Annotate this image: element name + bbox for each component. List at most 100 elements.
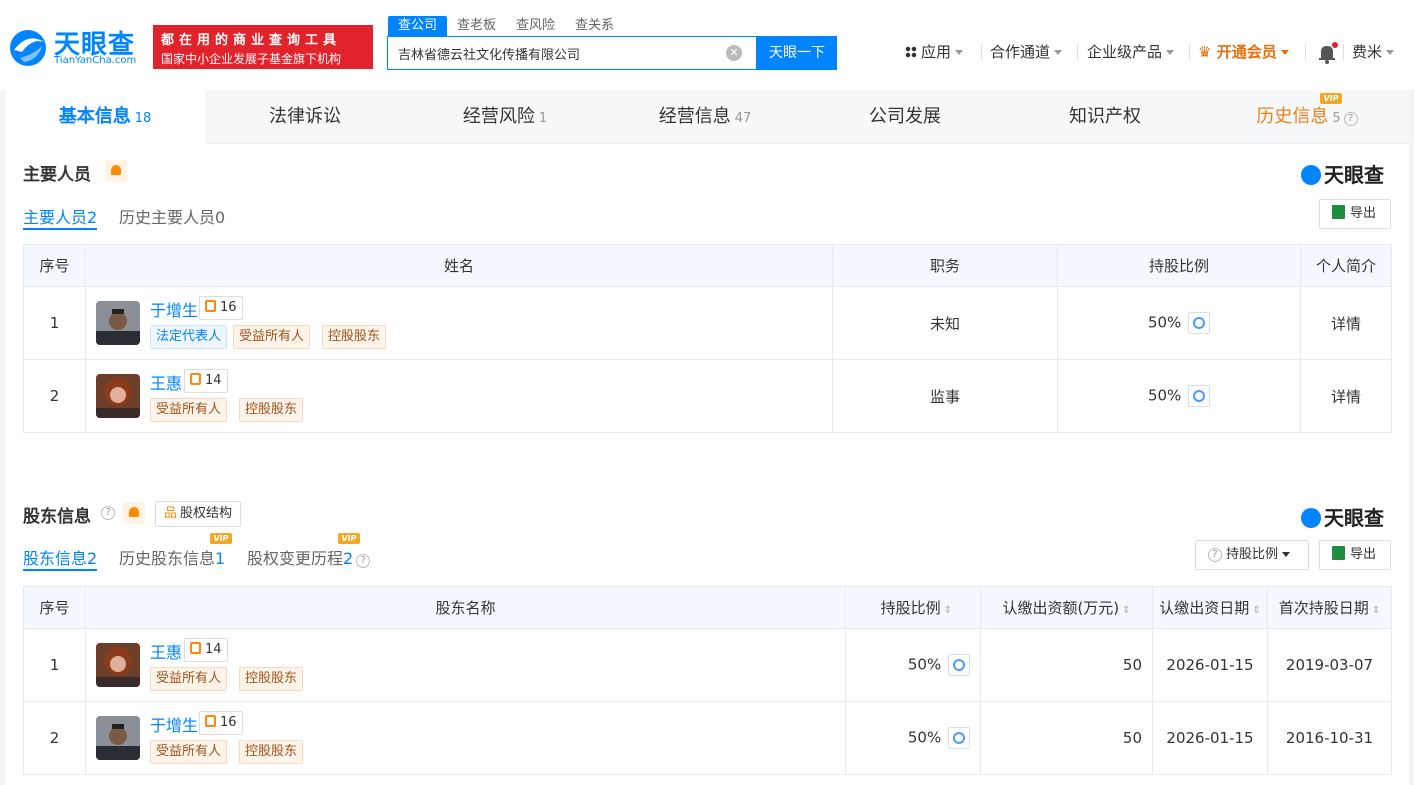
export-button[interactable]: 导出 xyxy=(1319,540,1391,570)
tab-label: 基本信息 xyxy=(58,106,131,127)
col-header: 个人简介 xyxy=(1300,244,1392,287)
col-header: 姓名 xyxy=(85,244,833,287)
ratio-filter-dropdown[interactable]: ? 持股比例 xyxy=(1195,540,1309,570)
pie-chart-icon[interactable] xyxy=(1188,312,1211,334)
search-button[interactable]: 天眼一下 xyxy=(757,36,837,70)
tab-development[interactable]: 公司发展 xyxy=(805,90,1005,144)
pie-chart-icon[interactable] xyxy=(1188,385,1211,407)
subscribe-date-cell: 2026-01-15 xyxy=(1152,628,1268,702)
tag-controlling-shareholder[interactable]: 控股股东 xyxy=(239,667,304,691)
nav-divider xyxy=(1077,44,1078,60)
row-number: 2 xyxy=(23,359,86,433)
tab-operation-risk[interactable]: 经营风险 1 xyxy=(405,90,605,144)
relation-count-button[interactable]: 14 xyxy=(184,369,228,393)
nav-user[interactable]: 费米 xyxy=(1352,40,1395,64)
avatar[interactable] xyxy=(96,374,140,418)
clear-icon[interactable]: ✕ xyxy=(726,45,742,61)
subtab-shareholders[interactable]: 股东信息2 xyxy=(23,545,97,569)
nav-vip[interactable]: ♛ 开通会员 xyxy=(1198,40,1289,64)
shareholder-name-link[interactable]: 王惠 xyxy=(150,639,182,663)
tab-label: 法律诉讼 xyxy=(269,106,341,127)
tag-beneficiary[interactable]: 受益所有人 xyxy=(150,740,228,764)
relation-icon xyxy=(205,300,216,312)
detail-link[interactable]: 详情 xyxy=(1300,359,1392,433)
search-input[interactable] xyxy=(388,37,708,69)
relation-count: 16 xyxy=(220,715,237,730)
search-tab-boss[interactable]: 查老板 xyxy=(447,16,506,36)
tab-count: 47 xyxy=(734,111,752,126)
slogan-banner: 都在用的商业查询工具 国家中小企业发展子基金旗下机构 xyxy=(153,25,373,69)
tianyancha-logo-icon[interactable] xyxy=(6,28,50,68)
shareholder-cell: 于增生 16 受益所有人 控股股东 xyxy=(85,701,846,775)
equity-structure-button[interactable]: 品股权结构 xyxy=(155,501,242,527)
col-header: 持股比例 xyxy=(880,599,941,617)
tab-legal[interactable]: 法律诉讼 xyxy=(205,90,405,144)
relation-icon xyxy=(190,642,201,654)
relation-icon xyxy=(190,373,201,385)
person-name-link[interactable]: 王惠 xyxy=(150,370,182,394)
tag-beneficiary[interactable]: 受益所有人 xyxy=(150,667,228,691)
detail-link[interactable]: 详情 xyxy=(1300,286,1392,360)
tag-controlling-shareholder[interactable]: 控股股东 xyxy=(239,398,304,422)
search-tab-risk[interactable]: 查风险 xyxy=(506,16,565,36)
help-icon[interactable]: ? xyxy=(101,506,115,520)
share-value: 50% xyxy=(1147,386,1182,405)
pie-chart-icon[interactable] xyxy=(948,727,970,749)
help-icon[interactable]: ? xyxy=(1343,112,1358,126)
search-tab-relation[interactable]: 查关系 xyxy=(565,16,624,36)
equity-structure-label: 股权结构 xyxy=(180,506,233,521)
col-header-sortable[interactable]: 首次持股日期 ⇕ xyxy=(1267,586,1392,629)
tab-operation-info[interactable]: 经营信息 47 xyxy=(605,90,805,144)
col-header-sortable[interactable]: 认缴出资日期 ⇕ xyxy=(1152,586,1268,629)
nav-enterprise[interactable]: 企业级产品 xyxy=(1087,40,1175,64)
export-button[interactable]: 导出 xyxy=(1319,199,1391,229)
avatar[interactable] xyxy=(96,643,140,687)
tab-history[interactable]: 历史信息 5? xyxy=(1205,90,1409,144)
subtab-equity-changes[interactable]: 股权变更历程2? xyxy=(247,545,371,569)
subtab-personnel[interactable]: 主要人员2 xyxy=(23,204,97,228)
pie-chart-icon[interactable] xyxy=(948,654,970,676)
col-header-sortable[interactable]: 持股比例 ⇕ xyxy=(845,586,981,629)
avatar[interactable] xyxy=(96,301,140,345)
nav-divider xyxy=(1305,44,1306,60)
top-bar: 天眼查 TianYanCha.com 都在用的商业查询工具 国家中小企业发展子基… xyxy=(0,0,1414,90)
nav-user-label: 费米 xyxy=(1352,43,1383,61)
avatar[interactable] xyxy=(96,716,140,760)
nav-apps[interactable]: 应用 xyxy=(905,40,964,64)
nav-partner[interactable]: 合作通道 xyxy=(990,40,1063,64)
shareholder-name-link[interactable]: 于增生 xyxy=(150,712,198,736)
bell-icon[interactable] xyxy=(1316,42,1338,64)
bell-icon[interactable] xyxy=(123,502,145,524)
search-tab-company[interactable]: 查公司 xyxy=(388,16,448,36)
table-header-row: 序号 姓名 职务 持股比例 个人简介 xyxy=(23,244,1392,287)
share-cell: 50% xyxy=(845,628,981,702)
share-cell: 50% xyxy=(1057,359,1301,433)
subtab-label: 股东信息 xyxy=(23,549,88,568)
subtab-count: 0 xyxy=(215,208,226,227)
tag-beneficiary[interactable]: 受益所有人 xyxy=(233,325,311,349)
tag-controlling-shareholder[interactable]: 控股股东 xyxy=(239,740,304,764)
structure-icon: 品 xyxy=(164,506,178,521)
help-icon[interactable]: ? xyxy=(356,554,371,568)
bell-icon[interactable] xyxy=(105,160,127,182)
relation-count-button[interactable]: 16 xyxy=(199,296,243,320)
subtab-history-personnel[interactable]: 历史主要人员0 xyxy=(119,204,225,228)
tag-controlling-shareholder[interactable]: 控股股东 xyxy=(322,325,387,349)
col-header-sortable[interactable]: 认缴出资额(万元) ⇕ xyxy=(980,586,1153,629)
relation-count-button[interactable]: 14 xyxy=(184,638,228,662)
tab-label: 经营风险 xyxy=(462,106,535,127)
tag-beneficiary[interactable]: 受益所有人 xyxy=(150,398,228,422)
sort-icon: ⇕ xyxy=(1371,605,1381,616)
chevron-down-icon xyxy=(1386,50,1395,55)
vip-badge: VIP xyxy=(210,533,232,544)
tianyancha-watermark: 天眼查 xyxy=(1301,502,1384,531)
chevron-down-icon xyxy=(955,50,964,55)
tag-legal-rep[interactable]: 法定代表人 xyxy=(150,325,228,349)
ratio-filter-label: 持股比例 xyxy=(1226,547,1279,562)
relation-count-button[interactable]: 16 xyxy=(199,711,243,735)
col-header: 股东名称 xyxy=(85,586,846,629)
subtab-history-shareholders[interactable]: 历史股东信息1 xyxy=(119,545,225,569)
tab-basic-info[interactable]: 基本信息 18 xyxy=(5,90,205,144)
tab-ip[interactable]: 知识产权 xyxy=(1005,90,1205,144)
person-name-link[interactable]: 于增生 xyxy=(150,297,198,321)
